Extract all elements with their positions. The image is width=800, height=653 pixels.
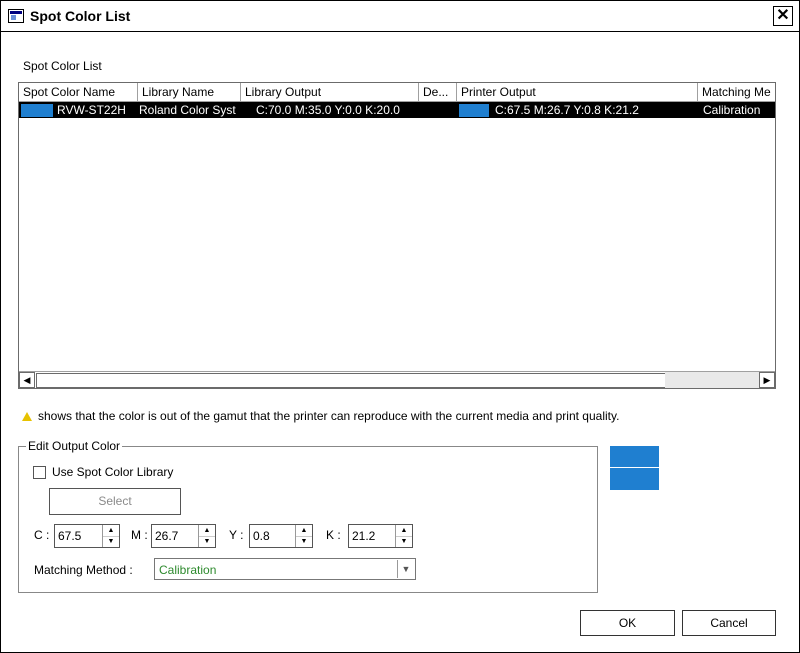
magenta-stepper[interactable]: 26.7 ▲ ▼	[151, 524, 216, 548]
matching-method-value[interactable]: Calibration	[159, 563, 216, 577]
black-stepper[interactable]: 21.2 ▲ ▼	[348, 524, 413, 548]
cyan-stepper[interactable]: 67.5 ▲ ▼	[54, 524, 120, 548]
library-color-swatch	[21, 104, 53, 117]
magenta-value[interactable]: 26.7	[155, 529, 178, 543]
ok-button[interactable]: OK	[580, 610, 675, 636]
table-header: Spot Color Name Library Name Library Out…	[19, 83, 775, 102]
cell-delta	[420, 102, 456, 118]
matching-method-label: Matching Method :	[34, 563, 133, 577]
column-header-spot-color-name[interactable]: Spot Color Name	[19, 83, 138, 101]
chevron-down-icon[interactable]: ▼	[397, 560, 414, 578]
cancel-button[interactable]: Cancel	[682, 610, 776, 636]
black-label: K :	[326, 528, 341, 542]
printer-color-preview	[610, 468, 659, 490]
cell-library-name: Roland Color Syst	[139, 103, 236, 117]
cyan-down-icon[interactable]: ▼	[103, 536, 119, 547]
yellow-stepper-arrows[interactable]: ▲ ▼	[295, 525, 312, 547]
spot-color-table: Spot Color Name Library Name Library Out…	[18, 82, 776, 389]
column-header-matching-method[interactable]: Matching Me	[698, 83, 775, 101]
cell-matching-method: Calibration	[703, 103, 761, 117]
gamut-warning-text: shows that the color is out of the gamut…	[38, 409, 620, 423]
title-bar: Spot Color List ✕	[1, 1, 799, 32]
cell-printer-output: C:67.5 M:26.7 Y:0.8 K:21.2	[495, 103, 639, 117]
use-spot-color-library-label[interactable]: Use Spot Color Library	[52, 465, 173, 479]
color-preview	[610, 446, 659, 490]
table-row[interactable]: RVW-ST22H Roland Color Syst C:70.0 M:35.…	[19, 102, 775, 118]
select-button[interactable]: Select	[49, 488, 181, 515]
edit-output-color-label: Edit Output Color	[26, 439, 123, 453]
magenta-down-icon[interactable]: ▼	[199, 536, 215, 547]
scroll-thumb[interactable]	[36, 373, 666, 388]
cyan-label: C :	[34, 528, 50, 542]
app-window-icon	[8, 9, 24, 23]
dialog-title: Spot Color List	[30, 8, 131, 24]
magenta-label: M :	[131, 528, 148, 542]
horizontal-scrollbar[interactable]: ◀ ▶	[19, 371, 775, 388]
use-spot-color-library-checkbox[interactable]	[33, 466, 46, 479]
yellow-down-icon[interactable]: ▼	[296, 536, 312, 547]
black-stepper-arrows[interactable]: ▲ ▼	[395, 525, 412, 547]
close-button[interactable]: ✕	[773, 6, 793, 26]
black-value[interactable]: 21.2	[352, 529, 375, 543]
cyan-value[interactable]: 67.5	[58, 529, 81, 543]
scroll-left-button[interactable]: ◀	[19, 372, 35, 388]
cyan-stepper-arrows[interactable]: ▲ ▼	[102, 525, 119, 547]
list-section-label: Spot Color List	[23, 59, 102, 73]
column-header-library-name[interactable]: Library Name	[138, 83, 241, 101]
cell-library-output: C:70.0 M:35.0 Y:0.0 K:20.0	[256, 103, 400, 117]
cell-spot-color-name: RVW-ST22H	[57, 103, 126, 117]
yellow-label: Y :	[229, 528, 244, 542]
yellow-stepper[interactable]: 0.8 ▲ ▼	[249, 524, 313, 548]
yellow-value[interactable]: 0.8	[253, 529, 270, 543]
matching-method-dropdown[interactable]: Calibration ▼	[154, 558, 416, 580]
warning-triangle-icon	[22, 412, 32, 422]
gamut-warning-note: shows that the color is out of the gamut…	[22, 409, 619, 423]
library-color-preview	[610, 446, 659, 467]
magenta-stepper-arrows[interactable]: ▲ ▼	[198, 525, 215, 547]
scroll-track[interactable]	[665, 372, 759, 388]
black-down-icon[interactable]: ▼	[396, 536, 412, 547]
scroll-right-button[interactable]: ▶	[759, 372, 775, 388]
column-header-delta[interactable]: De...	[419, 83, 457, 101]
column-header-library-output[interactable]: Library Output	[241, 83, 419, 101]
printer-color-swatch	[459, 104, 489, 117]
column-header-printer-output[interactable]: Printer Output	[457, 83, 698, 101]
